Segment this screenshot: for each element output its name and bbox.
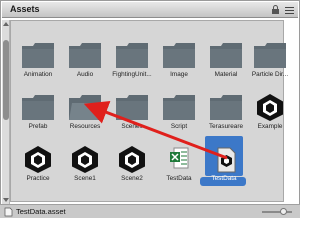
status-bar: TestData.asset: [0, 204, 300, 218]
scroll-thumb[interactable]: [3, 40, 9, 120]
zoom-slider-knob[interactable]: [280, 208, 287, 215]
folder-open-icon: [69, 95, 102, 120]
unity-logo-icon: [25, 146, 51, 173]
folder-icon: [116, 43, 148, 68]
vertical-scrollbar[interactable]: [2, 20, 10, 204]
lock-icon[interactable]: [270, 5, 281, 15]
panel-title: Assets: [10, 4, 40, 14]
panel-header: Assets: [2, 2, 298, 18]
folder-icon: [116, 95, 148, 120]
scroll-up-icon[interactable]: [2, 20, 10, 28]
scroll-down-icon[interactable]: [2, 196, 10, 204]
project-window: Assets Animation Audio FightingUnit... I…: [0, 0, 300, 218]
folder-icon: [22, 43, 54, 68]
unity-logo-icon: [72, 146, 98, 173]
asset-item[interactable]: Example: [242, 92, 298, 150]
folder-icon: [210, 43, 242, 68]
unity-asset-icon: [217, 147, 236, 173]
menu-icon[interactable]: [284, 5, 295, 15]
asset-file-icon: [4, 207, 13, 217]
unity-logo-icon: [119, 146, 145, 173]
asset-label: Particle Dir...: [251, 71, 289, 78]
asset-item-selected[interactable]: TestData: [196, 144, 252, 202]
asset-label: TestData: [211, 175, 237, 182]
folder-icon: [163, 95, 195, 120]
asset-item[interactable]: Particle Dir...: [242, 40, 298, 98]
folder-icon: [210, 95, 242, 120]
zoom-slider-track[interactable]: [262, 211, 292, 213]
folder-icon: [69, 43, 101, 68]
folder-icon: [22, 95, 54, 120]
folder-icon: [254, 43, 286, 68]
spreadsheet-icon: [170, 147, 189, 169]
status-path: TestData.asset: [16, 207, 66, 216]
asset-label: Example: [257, 123, 283, 130]
unity-logo-icon: [257, 94, 283, 121]
folder-icon: [163, 43, 195, 68]
